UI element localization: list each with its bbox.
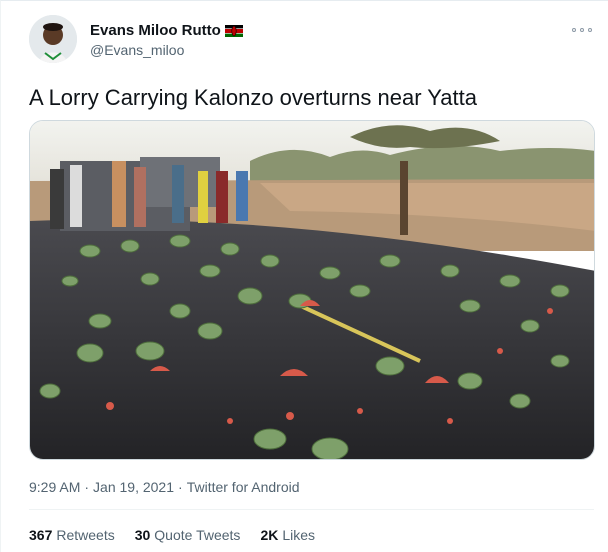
avatar-image (29, 15, 77, 63)
retweets-count: 367 (29, 527, 53, 543)
avatar[interactable] (29, 15, 77, 63)
divider (29, 509, 594, 510)
dot-icon (572, 28, 576, 32)
likes-count: 2K (260, 527, 279, 543)
tweet-date[interactable]: Jan 19, 2021 (93, 479, 174, 495)
quote-tweets-stat[interactable]: 30 Quote Tweets (135, 527, 241, 543)
tweet-card: Evans Miloo Rutto @Evans_miloo A Lorry C… (0, 0, 608, 552)
tweet-metadata: 9:29 AM · Jan 19, 2021 · Twitter for And… (29, 479, 300, 495)
likes-label: Likes (282, 527, 316, 543)
meta-separator: · (178, 479, 183, 495)
retweets-label: Retweets (56, 527, 115, 543)
tweet-text: A Lorry Carrying Kalonzo overturns near … (29, 85, 477, 110)
tweet-source[interactable]: Twitter for Android (187, 479, 300, 495)
dot-icon (580, 28, 584, 32)
quote-tweets-count: 30 (134, 527, 151, 543)
more-options-button[interactable] (572, 23, 592, 37)
quote-tweets-label: Quote Tweets (154, 527, 241, 543)
tweet-photo[interactable] (29, 120, 595, 460)
tweet-time[interactable]: 9:29 AM (29, 479, 80, 495)
meta-separator: · (84, 479, 90, 495)
display-name[interactable]: Evans Miloo Rutto (90, 22, 221, 39)
retweets-stat[interactable]: 367 Retweets (29, 527, 115, 543)
likes-stat[interactable]: 2K Likes (260, 527, 315, 543)
engagement-stats: 367 Retweets 30 Quote Tweets 2K Likes (29, 527, 315, 543)
kenya-flag-icon (224, 24, 243, 37)
user-handle[interactable]: @Evans_miloo (90, 42, 184, 58)
name-row: Evans Miloo Rutto (90, 22, 243, 39)
dot-icon (588, 28, 592, 32)
photo-watermelons-on-road (30, 121, 594, 459)
